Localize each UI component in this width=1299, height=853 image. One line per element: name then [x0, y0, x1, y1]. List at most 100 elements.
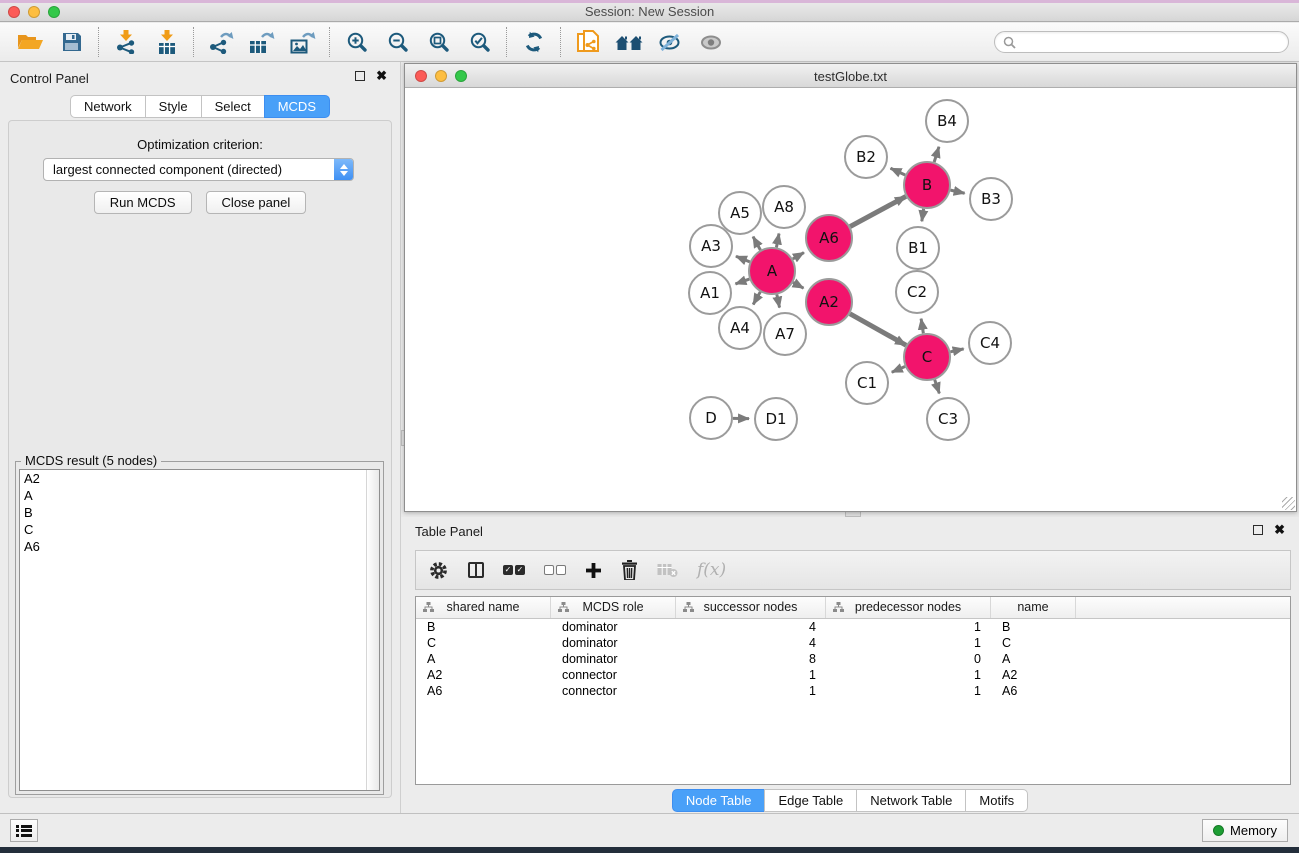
export-network-button[interactable]: [200, 25, 241, 59]
save-session-button[interactable]: [51, 25, 92, 59]
import-table-button[interactable]: [146, 25, 187, 59]
result-list-item[interactable]: B: [20, 504, 379, 521]
add-column-button[interactable]: [585, 562, 602, 579]
tab-network-table[interactable]: Network Table: [856, 789, 965, 812]
graph-edge-C-C2[interactable]: [921, 319, 923, 334]
tab-node-table[interactable]: Node Table: [672, 789, 765, 812]
graph-edge-A-A1[interactable]: [735, 279, 749, 284]
graph-node-B1[interactable]: B1: [897, 227, 939, 269]
graph-node-A4[interactable]: A4: [719, 307, 761, 349]
optimization-dropdown[interactable]: largest connected component (directed): [43, 158, 354, 181]
task-history-button[interactable]: [10, 819, 38, 842]
graph-edge-A-A3[interactable]: [736, 256, 750, 262]
tab-motifs[interactable]: Motifs: [965, 789, 1028, 812]
graph-node-B[interactable]: B: [904, 162, 950, 208]
result-scrollbar[interactable]: [366, 470, 379, 790]
result-list-item[interactable]: A6: [20, 538, 379, 555]
import-network-button[interactable]: [105, 25, 146, 59]
graph-node-C[interactable]: C: [904, 334, 950, 380]
result-list-item[interactable]: A: [20, 487, 379, 504]
graph-node-A3[interactable]: A3: [690, 225, 732, 267]
zoom-out-button[interactable]: [377, 25, 418, 59]
tab-edge-table[interactable]: Edge Table: [764, 789, 856, 812]
frame-resize-grip[interactable]: [1282, 497, 1295, 510]
column-header-mcds-role[interactable]: MCDS role: [551, 597, 676, 618]
graph-node-C4[interactable]: C4: [969, 322, 1011, 364]
graph-edge-B-B1[interactable]: [922, 209, 924, 222]
graph-node-D1[interactable]: D1: [755, 398, 797, 440]
function-builder-button[interactable]: f(x): [697, 560, 726, 580]
delete-table-button[interactable]: [657, 563, 678, 578]
zoom-fit-button[interactable]: [418, 25, 459, 59]
delete-column-button[interactable]: [621, 560, 638, 580]
network-frame-titlebar[interactable]: testGlobe.txt: [405, 64, 1296, 88]
tab-network[interactable]: Network: [70, 95, 145, 118]
graph-node-C3[interactable]: C3: [927, 398, 969, 440]
zoom-selected-button[interactable]: [459, 25, 500, 59]
export-table-button[interactable]: [241, 25, 282, 59]
float-panel-icon[interactable]: [355, 71, 365, 81]
zoom-in-button[interactable]: [336, 25, 377, 59]
graph-node-A2[interactable]: A2: [806, 279, 852, 325]
show-details-button[interactable]: [690, 25, 731, 59]
select-all-button[interactable]: ✓✓: [503, 565, 525, 575]
graph-node-B2[interactable]: B2: [845, 136, 887, 178]
tab-mcds[interactable]: MCDS: [264, 95, 330, 118]
table-row[interactable]: A2connector11A2: [416, 667, 1290, 683]
memory-button[interactable]: Memory: [1202, 819, 1288, 842]
graph-node-C1[interactable]: C1: [846, 362, 888, 404]
deselect-all-button[interactable]: [544, 565, 566, 575]
table-row[interactable]: Bdominator41B: [416, 619, 1290, 635]
open-session-button[interactable]: [10, 25, 51, 59]
graph-node-A8[interactable]: A8: [763, 186, 805, 228]
duplicate-network-button[interactable]: [567, 25, 608, 59]
close-panel-button[interactable]: Close panel: [206, 191, 307, 214]
graph-edge-C-C4[interactable]: [950, 349, 963, 352]
table-settings-button[interactable]: [428, 560, 449, 581]
export-image-button[interactable]: [282, 25, 323, 59]
graph-edge-A-A4[interactable]: [753, 292, 760, 305]
float-panel-icon[interactable]: [1253, 525, 1263, 535]
result-list-item[interactable]: A2: [20, 470, 379, 487]
graph-edge-C-C1[interactable]: [892, 367, 905, 373]
graph-edge-B-B3[interactable]: [950, 190, 964, 193]
table-row[interactable]: A6connector11A6: [416, 683, 1290, 699]
graph-edge-A-A8[interactable]: [776, 234, 779, 248]
graph-node-B4[interactable]: B4: [926, 100, 968, 142]
graph-edge-C-C3[interactable]: [935, 380, 940, 394]
refresh-layout-button[interactable]: [513, 25, 554, 59]
graph-node-A6[interactable]: A6: [806, 215, 852, 261]
graph-edge-A2-C[interactable]: [850, 314, 906, 346]
hide-details-button[interactable]: [649, 25, 690, 59]
table-row[interactable]: Cdominator41C: [416, 635, 1290, 651]
column-header-shared-name[interactable]: shared name: [416, 597, 551, 618]
column-header-name[interactable]: name: [991, 597, 1076, 618]
graph-edge-A-A5[interactable]: [753, 237, 760, 250]
close-panel-icon[interactable]: ✖: [1274, 525, 1285, 535]
graph-node-A1[interactable]: A1: [689, 272, 731, 314]
graph-edge-A6-B[interactable]: [850, 196, 906, 226]
graph-edge-B-B4[interactable]: [934, 147, 939, 162]
tab-style[interactable]: Style: [145, 95, 201, 118]
home-button[interactable]: [608, 25, 649, 59]
graph-edge-A-A7[interactable]: [777, 295, 780, 308]
graph-edge-A-A2[interactable]: [793, 282, 803, 288]
result-list-item[interactable]: C: [20, 521, 379, 538]
column-header-predecessor-nodes[interactable]: predecessor nodes: [826, 597, 991, 618]
table-row[interactable]: Adominator80A: [416, 651, 1290, 667]
graph-edge-A-A6[interactable]: [793, 253, 804, 259]
graph-node-B3[interactable]: B3: [970, 178, 1012, 220]
graph-node-A[interactable]: A: [749, 248, 795, 294]
graph-edge-B-B2[interactable]: [891, 168, 906, 175]
search-input[interactable]: [1021, 35, 1280, 49]
column-header-successor-nodes[interactable]: successor nodes: [676, 597, 826, 618]
network-canvas[interactable]: A A1 A2 A3 A4 A5 A6 A7 A8 B B1 B2 B3B4 C C1 C2 C3C4 D D1: [405, 89, 1296, 512]
show-columns-button[interactable]: [468, 562, 484, 578]
close-panel-icon[interactable]: ✖: [376, 71, 387, 81]
graph-node-A7[interactable]: A7: [764, 313, 806, 355]
graph-node-C2[interactable]: C2: [896, 271, 938, 313]
graph-node-A5[interactable]: A5: [719, 192, 761, 234]
run-mcds-button[interactable]: Run MCDS: [94, 191, 192, 214]
graph-node-D[interactable]: D: [690, 397, 732, 439]
tab-select[interactable]: Select: [201, 95, 264, 118]
